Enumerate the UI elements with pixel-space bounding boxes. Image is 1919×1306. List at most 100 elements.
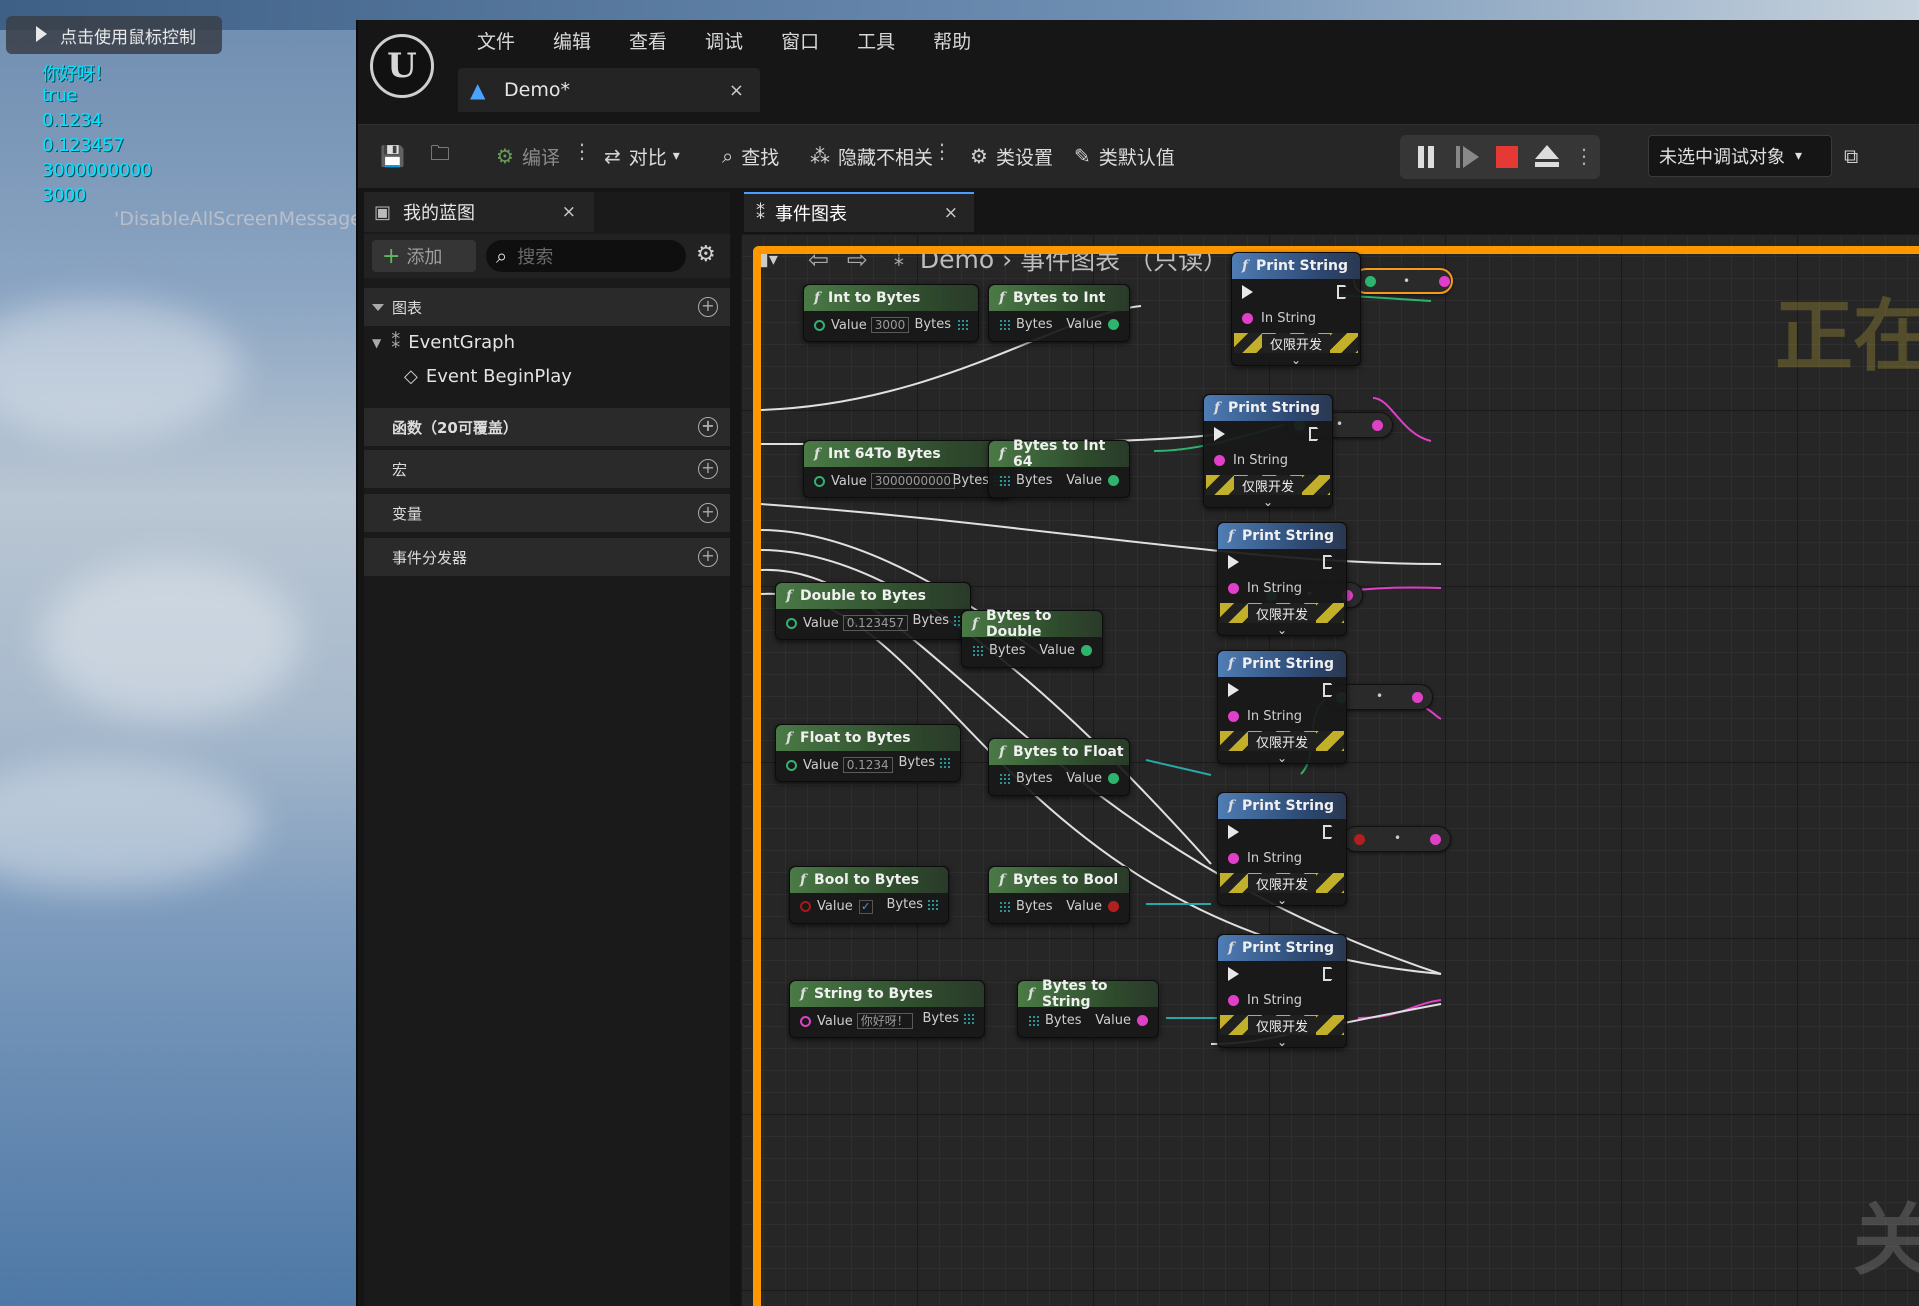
exec-input[interactable] [1214,427,1225,441]
value-input[interactable]: Value 3000 [814,317,910,333]
node-print-string[interactable]: f Print String In String 仅限开发 ⌄ [1231,252,1361,367]
compile-options-icon[interactable]: ⋮ [572,139,592,173]
exec-output[interactable] [1323,555,1336,569]
node-bytes-to-int64[interactable]: f Bytes to Int 64 Bytes Value [988,438,1130,498]
node-print-string[interactable]: f Print String In String 仅限开发 ⌄ [1217,522,1347,637]
output-pin[interactable] [1430,834,1441,845]
close-icon[interactable]: × [562,202,576,222]
exec-input[interactable] [1228,683,1239,697]
eject-button[interactable] [1534,144,1562,170]
stop-button[interactable] [1494,144,1522,170]
tab-event-graph[interactable]: ⁑ 事件图表 × [744,192,974,232]
bool-checkbox[interactable]: ✓ [858,899,873,914]
bytes-output[interactable]: Bytes [915,317,968,332]
save-button[interactable]: 💾 [380,139,413,173]
exec-output[interactable] [1323,683,1336,697]
in-string-input[interactable]: In String [1228,851,1302,866]
value-input[interactable]: Value 0.123457 [786,615,908,631]
browse-button[interactable]: 🗀 [430,139,458,173]
value-output[interactable]: Value [1095,1013,1148,1028]
node-print-string[interactable]: f Print String In String 仅限开发 ⌄ [1217,792,1347,907]
value-output[interactable]: Value [1066,473,1119,488]
value-input[interactable]: Value 0.1234 [786,757,893,773]
pause-button[interactable] [1414,144,1442,170]
bytes-output[interactable]: Bytes [913,613,964,628]
section-graphs[interactable]: 图表 + [364,288,730,326]
chevron-down-icon[interactable]: ⌄ [1277,1035,1287,1049]
value-input[interactable]: Value 3000000000 [814,473,956,489]
section-variables[interactable]: 变量 + [364,494,730,532]
chevron-down-icon[interactable]: ⌄ [1277,751,1287,765]
hide-unrelated-button[interactable]: ⁂ 隐藏不相关 [810,139,933,173]
exec-input[interactable] [1242,285,1253,299]
menu-file[interactable]: 文件 [458,30,534,54]
play-options-icon[interactable]: ⋮ [1574,144,1602,170]
document-tab-demo[interactable]: ▲ Demo* × [458,68,760,112]
tree-item-event-beginplay[interactable]: ◇ Event BeginPlay [404,366,572,387]
value-field[interactable]: 0.123457 [842,615,908,631]
exec-input[interactable] [1228,825,1239,839]
input-pin[interactable] [1354,834,1365,845]
chevron-down-icon[interactable]: ⌄ [1291,353,1301,367]
node-print-string[interactable]: f Print String In String 仅限开发 ⌄ [1217,650,1347,765]
node-int-to-bytes[interactable]: f Int to Bytes Value 3000 Bytes [803,284,979,342]
node-float-to-bytes[interactable]: f Float to Bytes Value 0.1234 Bytes [775,724,961,782]
add-macro-icon[interactable]: + [698,459,718,479]
exec-input[interactable] [1228,967,1239,981]
unreal-logo-icon[interactable]: U [370,34,434,98]
bytes-output[interactable]: Bytes [899,755,950,770]
bytes-input[interactable]: Bytes [999,771,1052,786]
close-icon[interactable]: × [729,80,744,101]
node-print-string[interactable]: f Print String In String 仅限开发 ⌄ [1217,934,1347,1049]
node-double-to-bytes[interactable]: f Double to Bytes Value 0.123457 Bytes [775,582,971,640]
section-functions[interactable]: 函数（20可覆盖） + [364,408,730,446]
class-settings-button[interactable]: ⚙ 类设置 [970,139,1053,173]
graph-canvas[interactable]: ▮▾ ⇦ ⇨ ⁑ Demo › 事件图表 （只读） 正在 关 • • • • f… [741,234,1919,1306]
bytes-input[interactable]: Bytes [999,899,1052,914]
add-button[interactable]: + 添加 [372,240,476,272]
output-pin[interactable] [1412,692,1423,703]
debug-object-select[interactable]: 未选中调试对象 ▾ [1648,135,1832,177]
exec-output[interactable] [1323,825,1336,839]
hide-options-icon[interactable]: ⋮ [932,139,952,173]
reroute-node[interactable]: • [1343,826,1451,852]
in-string-input[interactable]: In String [1228,993,1302,1008]
compile-button[interactable]: ⚙ 编译 [496,139,560,173]
reroute-node[interactable]: • [1353,268,1453,294]
menu-view[interactable]: 查看 [610,30,686,54]
in-string-input[interactable]: In String [1214,453,1288,468]
mouse-control-hint[interactable]: 点击使用鼠标控制 [6,16,222,54]
add-dispatcher-icon[interactable]: + [698,547,718,567]
value-output[interactable]: Value [1066,771,1119,786]
add-graph-icon[interactable]: + [698,297,718,317]
exec-output[interactable] [1309,427,1322,441]
section-macros[interactable]: 宏 + [364,450,730,488]
menu-debug[interactable]: 调试 [686,30,762,54]
exec-output[interactable] [1337,285,1350,299]
value-field[interactable]: 3000 [870,317,910,333]
value-input[interactable]: Value 你好呀！ [800,1013,913,1029]
node-string-to-bytes[interactable]: f String to Bytes Value 你好呀！ Bytes [789,980,985,1038]
bytes-input[interactable]: Bytes [972,643,1025,658]
section-dispatchers[interactable]: 事件分发器 + [364,538,730,576]
node-int64-to-bytes[interactable]: f Int 64To Bytes Value 3000000000 Bytes [803,440,1011,498]
bytes-output[interactable]: Bytes [887,897,938,912]
value-output[interactable]: Value [1066,899,1119,914]
value-output[interactable]: Value [1039,643,1092,658]
output-pin[interactable] [1439,276,1450,287]
debug-filter-button[interactable]: ⧉ [1844,139,1866,173]
value-field[interactable]: 3000000000 [870,473,956,489]
node-print-string[interactable]: f Print String In String 仅限开发 ⌄ [1203,394,1333,509]
node-bytes-to-string[interactable]: f Bytes to String Bytes Value [1017,978,1159,1038]
bytes-input[interactable]: Bytes [999,317,1052,332]
chevron-down-icon[interactable]: ⌄ [1277,893,1287,907]
bytes-output[interactable]: Bytes [923,1011,974,1026]
node-bytes-to-int[interactable]: f Bytes to Int Bytes Value [988,284,1130,342]
value-field[interactable]: 你好呀！ [856,1013,913,1029]
output-pin[interactable] [1372,420,1383,431]
menu-edit[interactable]: 编辑 [534,30,610,54]
node-bool-to-bytes[interactable]: f Bool to Bytes Value ✓ Bytes [789,866,949,924]
value-field[interactable]: 0.1234 [842,757,893,773]
tree-item-eventgraph[interactable]: ▼ ⁑ EventGraph [372,332,515,353]
gear-icon[interactable]: ⚙ [696,242,716,267]
